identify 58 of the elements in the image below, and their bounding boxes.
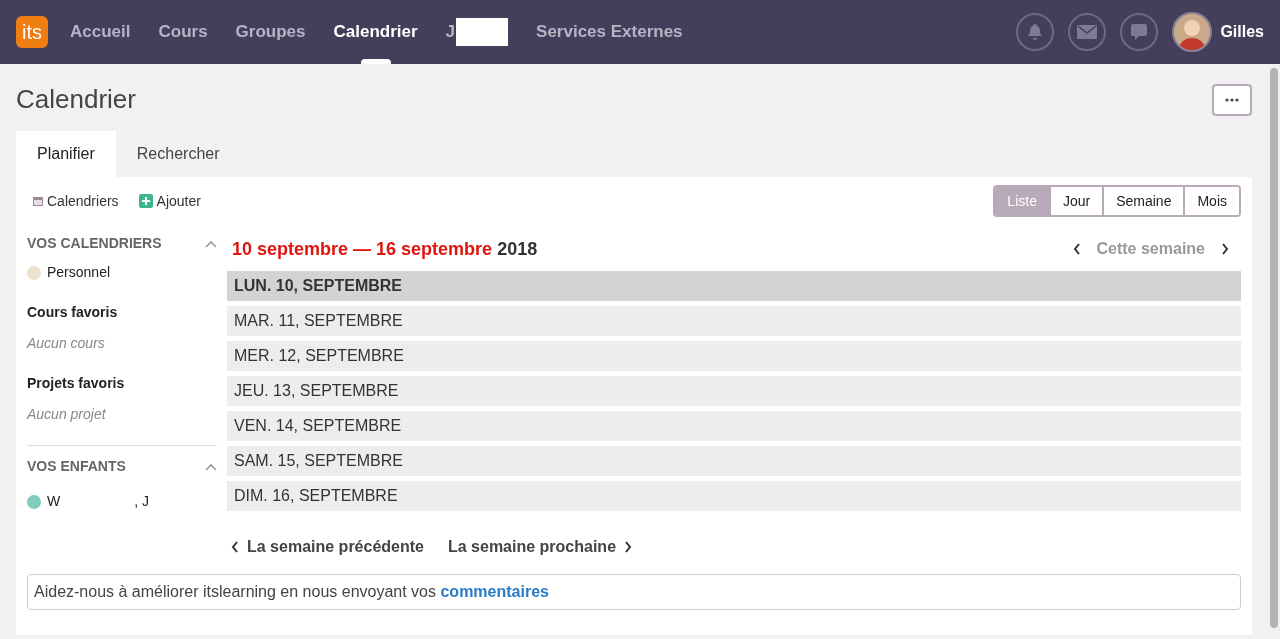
feedback-text: Aidez-nous à améliorer itslearning en nous envoyant vos commentaires	[34, 582, 549, 602]
section-heading: Projets favoris	[27, 374, 126, 393]
add-icon	[138, 194, 153, 208]
tab[interactable]: Planifier	[16, 131, 116, 177]
section-heading: Cours favoris	[27, 303, 119, 322]
nav-link[interactable]: Accueil	[56, 0, 145, 64]
scrollbar-thumb[interactable]	[1270, 68, 1278, 628]
date-range: 10 septembre — 16 septembre	[232, 238, 493, 259]
more-button[interactable]	[1212, 83, 1252, 116]
collapse-button[interactable]	[205, 239, 217, 248]
avatar[interactable]	[1172, 12, 1213, 52]
view-tab[interactable]: Mois	[1183, 187, 1239, 215]
day-row[interactable]: SAM. 15, SEPTEMBRE	[227, 446, 1241, 476]
day-row[interactable]: MAR. 11, SEPTEMBRE	[227, 306, 1241, 336]
year-label: 2018	[497, 238, 538, 259]
chevron-left-icon	[231, 541, 239, 553]
day-row[interactable]: LUN. 10, SEPTEMBRE	[227, 271, 1241, 301]
chevron-up-icon	[205, 239, 217, 248]
speech-bubble-icon	[1130, 23, 1149, 41]
calendars-link[interactable]: Calendriers	[47, 190, 119, 212]
section-heading: VOS CALENDRIERS	[27, 234, 162, 253]
notifications-button[interactable]	[1016, 13, 1055, 51]
envelope-icon	[1077, 25, 1098, 39]
nav-link[interactable]: J	[431, 0, 523, 64]
page-title: Calendrier	[16, 83, 136, 116]
nav-link[interactable]: Groupes	[221, 0, 320, 64]
more-icon	[1225, 97, 1239, 102]
empty-text: Aucun projet	[27, 405, 107, 424]
previous-week-link[interactable]: La semaine précédente	[231, 535, 424, 559]
day-row[interactable]: VEN. 14, SEPTEMBRE	[227, 411, 1241, 441]
feedback-link[interactable]: commentaires	[440, 583, 549, 600]
day-row[interactable]: JEU. 13, SEPTEMBRE	[227, 376, 1241, 406]
day-row[interactable]: MER. 12, SEPTEMBRE	[227, 341, 1241, 371]
active-indicator	[360, 59, 391, 64]
empty-text: Aucun cours	[27, 334, 106, 353]
user-name[interactable]: Gilles	[1220, 20, 1264, 44]
chevron-right-icon	[1221, 243, 1229, 255]
chevron-up-icon	[205, 462, 217, 471]
calendar-icon	[33, 196, 43, 206]
next-week-link[interactable]: La semaine prochaine	[447, 535, 633, 559]
chevron-left-icon	[1072, 243, 1081, 255]
chevron-right-icon	[624, 541, 633, 553]
messages-button[interactable]	[1068, 13, 1107, 51]
chat-button[interactable]	[1120, 13, 1159, 51]
next-button[interactable]	[1221, 243, 1229, 255]
calendar-name[interactable]: Personnel	[47, 262, 111, 283]
child-name[interactable]: W	[47, 491, 61, 512]
nav-link[interactable]: Calendrier	[319, 0, 432, 64]
tab[interactable]: Rechercher	[115, 131, 241, 177]
nav-link[interactable]: Services Externes	[522, 0, 697, 64]
section-heading: VOS ENFANTS	[27, 457, 126, 476]
bell-icon	[1026, 23, 1045, 41]
day-row[interactable]: DIM. 16, SEPTEMBRE	[227, 481, 1241, 511]
nav-link[interactable]: Cours	[144, 0, 222, 64]
previous-button[interactable]	[1072, 243, 1081, 255]
add-link[interactable]: Ajouter	[156, 190, 201, 212]
child-name[interactable]: , J	[134, 491, 149, 512]
collapse-button[interactable]	[205, 462, 217, 471]
